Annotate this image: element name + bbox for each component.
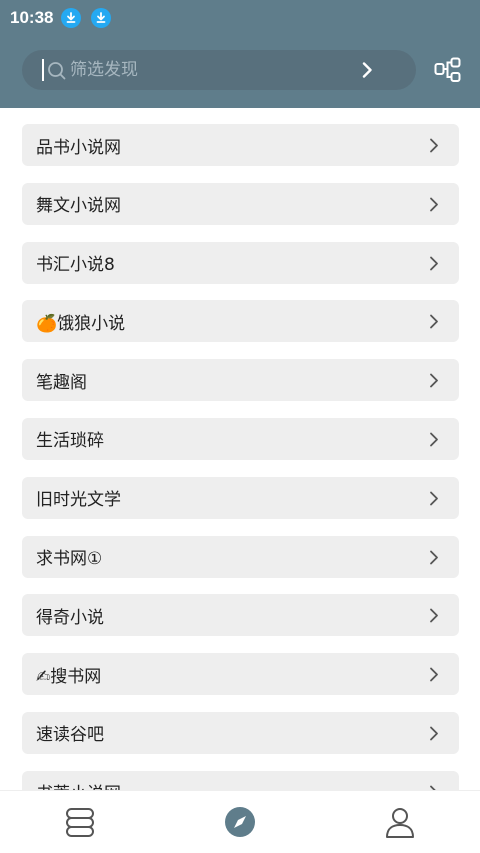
chevron-right-icon (429, 197, 439, 216)
chevron-right-icon (429, 373, 439, 392)
list-item-label: 得奇小说 (36, 607, 104, 628)
bottom-nav (0, 790, 480, 853)
list-item-label: 🍊饿狼小说 (36, 313, 126, 334)
chevron-right-icon (429, 432, 439, 451)
download-icon (91, 8, 112, 28)
header: 10:38 筛选发现 (0, 0, 480, 108)
search-submit-icon[interactable] (360, 62, 374, 82)
profile-icon[interactable] (382, 804, 418, 840)
list-item[interactable]: 品书小说网 (22, 124, 459, 166)
list-item-label: 品书小说网 (36, 137, 121, 158)
list-item-label: 求书网① (36, 549, 103, 570)
list-item[interactable]: ✍搜书网 (22, 653, 459, 696)
chevron-right-icon (429, 314, 439, 333)
list-item[interactable]: 求书网① (22, 535, 459, 578)
list-item[interactable]: 得奇小说 (22, 594, 459, 637)
list-item-label: 舞文小说网 (36, 196, 121, 217)
list-item-label: 速读谷吧 (36, 725, 104, 746)
list-item-label: 书汇小说8 (36, 255, 115, 276)
chevron-right-icon (429, 550, 439, 569)
search-icon (47, 61, 67, 85)
list-item[interactable]: 旧时光文学 (22, 476, 459, 519)
search-input[interactable]: 筛选发现 (70, 60, 138, 80)
chevron-right-icon (429, 667, 439, 686)
status-time: 10:38 (10, 8, 54, 27)
chevron-right-icon (429, 138, 439, 157)
text-cursor (42, 59, 44, 81)
chevron-right-icon (429, 726, 439, 745)
list-item[interactable]: 书汇小说8 (22, 241, 459, 284)
list-item[interactable]: 舞文小说网 (22, 182, 459, 225)
chevron-right-icon (429, 608, 439, 627)
search-bar[interactable]: 筛选发现 (22, 50, 416, 90)
list-item-label: 生活琐碎 (36, 431, 104, 452)
list-item[interactable]: 生活琐碎 (22, 417, 459, 460)
list-item[interactable]: 书荒小说网 (22, 770, 459, 790)
chevron-right-icon (429, 256, 439, 275)
source-list: 品书小说网 舞文小说网 书汇小说8 🍊饿狼小说 笔趣阁 生活琐碎 旧时光文学 求… (22, 124, 459, 790)
download-icon (61, 8, 82, 28)
list-item-label: ✍搜书网 (36, 666, 102, 687)
list-item[interactable]: 速读谷吧 (22, 711, 459, 754)
chevron-right-icon (429, 491, 439, 510)
list-item-label: 笔趣阁 (36, 372, 87, 393)
bookshelf-icon[interactable] (62, 804, 98, 840)
list-item[interactable]: 🍊饿狼小说 (22, 300, 459, 343)
list-item[interactable]: 笔趣阁 (22, 359, 459, 402)
status-bar: 10:38 (0, 0, 480, 36)
list-item-label: 书荒小说网 (36, 779, 121, 790)
group-tree-icon[interactable] (434, 57, 462, 87)
list-item-label: 旧时光文学 (36, 490, 121, 511)
compass-icon[interactable] (222, 804, 258, 840)
